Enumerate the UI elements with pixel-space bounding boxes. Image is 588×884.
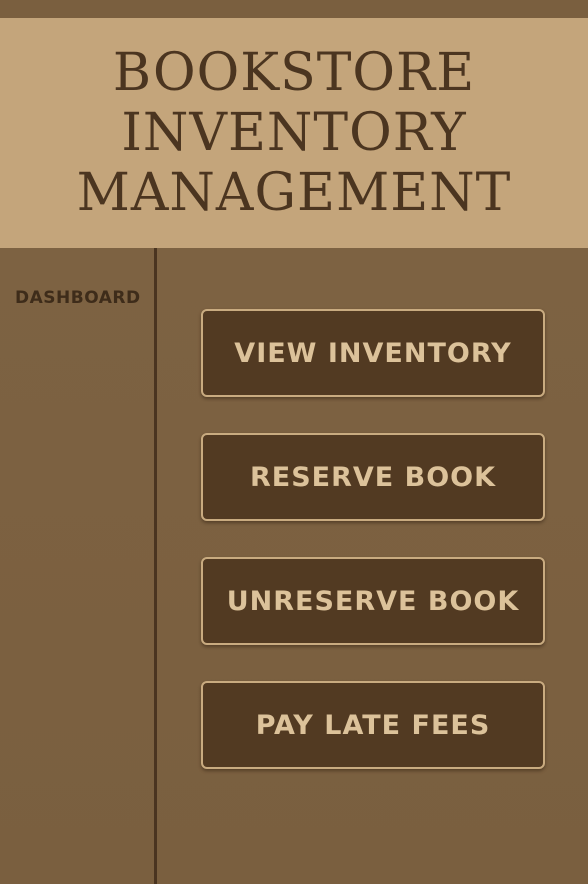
sidebar: DASHBOARD — [0, 248, 157, 884]
unreserve-book-button[interactable]: UNRESERVE BOOK — [201, 557, 545, 645]
page-title-line-2: INVENTORY — [121, 103, 467, 163]
page-title-line-1: BOOKSTORE — [112, 43, 476, 103]
reserve-book-button[interactable]: RESERVE BOOK — [201, 433, 545, 521]
app-header: BOOKSTORE INVENTORY MANAGEMENT — [0, 18, 588, 249]
sidebar-title-dashboard: DASHBOARD — [15, 288, 141, 308]
main-panel: VIEW INVENTORY RESERVE BOOK UNRESERVE BO… — [157, 248, 588, 884]
page-title-line-3: MANAGEMENT — [76, 163, 512, 223]
view-inventory-button[interactable]: VIEW INVENTORY — [201, 309, 545, 397]
body-area: DASHBOARD VIEW INVENTORY RESERVE BOOK UN… — [0, 248, 588, 884]
top-strip — [0, 0, 588, 18]
pay-late-fees-button[interactable]: PAY LATE FEES — [201, 681, 545, 769]
